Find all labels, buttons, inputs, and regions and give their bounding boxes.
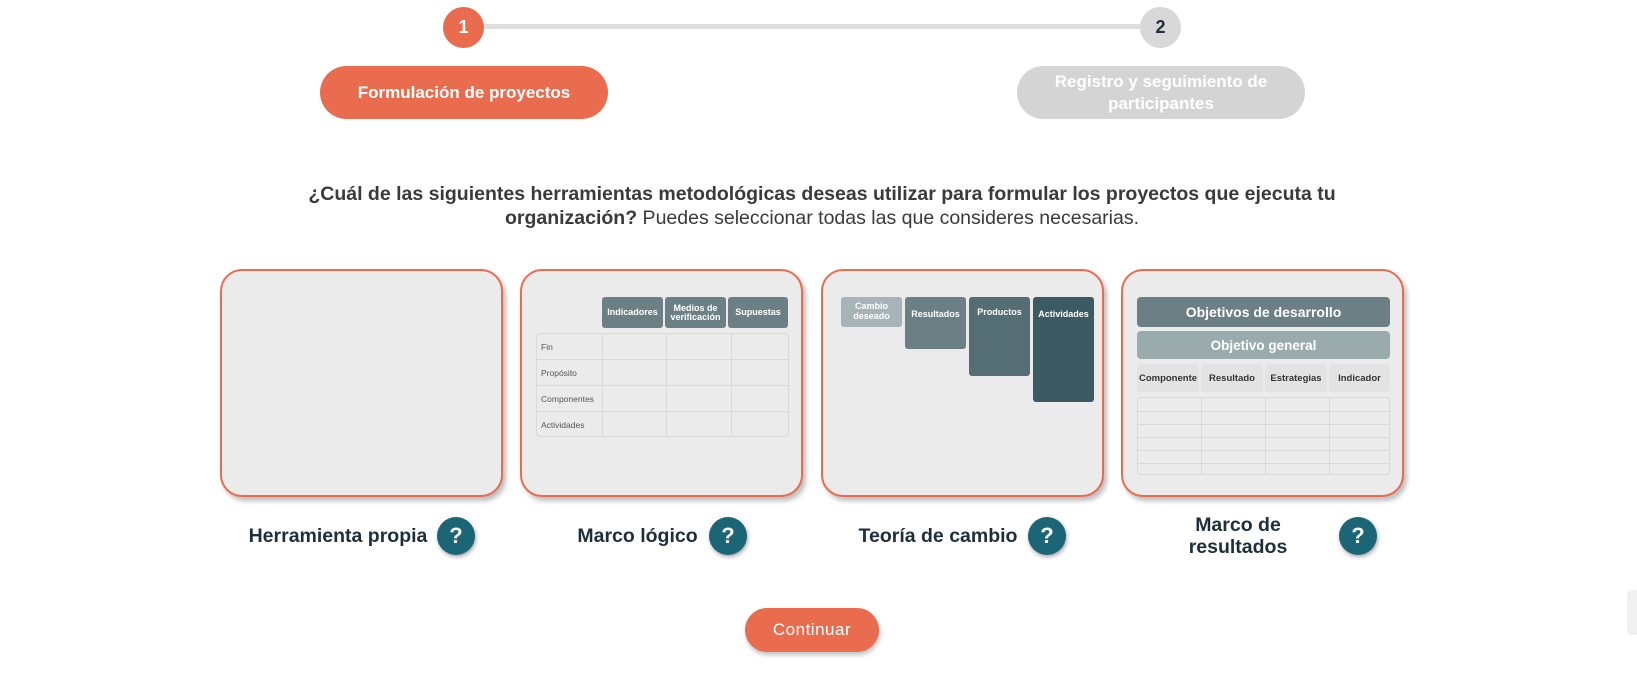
ml-row-label: Actividades	[541, 420, 585, 430]
help-icon-herramienta-propia[interactable]: ?	[437, 517, 475, 555]
step-1-label[interactable]: Formulación de proyectos	[320, 66, 608, 119]
ml-row-label: Fin	[541, 342, 553, 352]
mr-grid-line	[1201, 398, 1202, 474]
tc-box-productos: Productos	[969, 297, 1030, 376]
tool-card-marco-resultados[interactable]: Objetivos de desarrollo Objetivo general…	[1121, 269, 1404, 497]
tc-box-resultados: Resultados	[905, 297, 966, 349]
ml-header-medios: Medios de verificación	[665, 297, 726, 328]
mr-band-objetivos-desarrollo: Objetivos de desarrollo	[1137, 297, 1390, 327]
tc-box-actividades: Actividades	[1033, 297, 1094, 402]
mr-col-estrategias: Estrategias	[1265, 364, 1327, 392]
ml-header-indicadores: Indicadores	[602, 297, 663, 328]
mr-col-resultado: Resultado	[1201, 364, 1263, 392]
tool-title-marco-logico: Marco lógico	[577, 525, 698, 547]
tool-card-teoria-cambio[interactable]: Cambio deseado Resultados Productos Acti…	[821, 269, 1104, 497]
help-icon-marco-logico[interactable]: ?	[709, 517, 747, 555]
mr-grid-line	[1138, 411, 1389, 412]
tool-title-teoria-cambio: Teoría de cambio	[858, 525, 1018, 547]
mr-grid-line	[1138, 463, 1389, 464]
step-2-indicator[interactable]: 2	[1140, 7, 1181, 48]
mr-grid-line	[1138, 424, 1389, 425]
step-2-label[interactable]: Registro y seguimiento de participantes	[1017, 66, 1305, 119]
question-hint: Puedes seleccionar todas las que conside…	[637, 207, 1140, 229]
edge-scroll-handle[interactable]	[1627, 590, 1637, 635]
tool-title-marco-resultados: Marco de resultados	[1188, 514, 1288, 558]
ml-divider	[602, 334, 603, 436]
tc-box-cambio: Cambio deseado	[841, 297, 902, 327]
ml-row-label: Propósito	[541, 368, 577, 378]
tool-card-herramienta-propia[interactable]	[220, 269, 503, 497]
mr-grid-line	[1329, 398, 1330, 474]
ml-grid: Fin Propósito Componentes Actividades	[536, 333, 789, 437]
ml-row: Fin	[537, 334, 788, 360]
help-icon-marco-resultados[interactable]: ?	[1339, 517, 1377, 555]
ml-row: Componentes	[537, 386, 788, 412]
ml-row: Propósito	[537, 360, 788, 386]
help-icon-teoria-cambio[interactable]: ?	[1028, 517, 1066, 555]
ml-row: Actividades	[537, 412, 788, 438]
mr-grid-line	[1138, 450, 1389, 451]
mr-grid	[1137, 397, 1390, 475]
ml-divider	[731, 334, 732, 436]
mr-grid-line	[1138, 437, 1389, 438]
ml-header-supuestas: Supuestas	[728, 297, 788, 328]
ml-divider	[666, 334, 667, 436]
tool-card-marco-logico[interactable]: Indicadores Medios de verificación Supue…	[520, 269, 803, 497]
mr-band-objetivo-general: Objetivo general	[1137, 331, 1390, 359]
mr-col-componente: Componente	[1137, 364, 1199, 392]
step-1-indicator[interactable]: 1	[443, 7, 484, 48]
mr-grid-line	[1265, 398, 1266, 474]
stepper-progress-line	[483, 24, 1141, 29]
mr-col-indicador: Indicador	[1329, 364, 1390, 392]
question-text: ¿Cuál de las siguientes herramientas met…	[260, 182, 1384, 230]
tool-title-herramienta-propia: Herramienta propia	[248, 525, 428, 547]
ml-row-label: Componentes	[541, 394, 594, 404]
continue-button[interactable]: Continuar	[745, 608, 879, 652]
